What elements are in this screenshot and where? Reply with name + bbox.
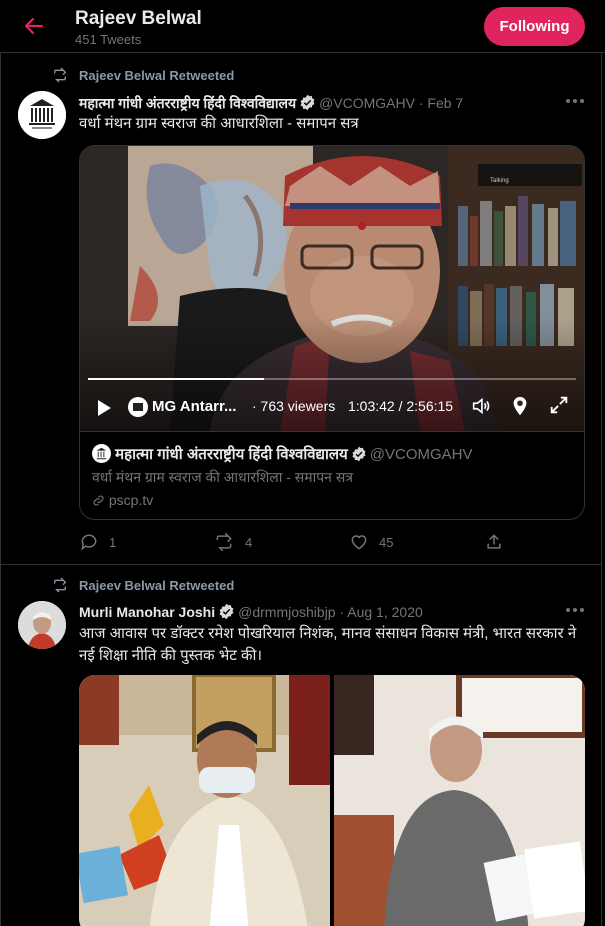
- back-arrow-icon[interactable]: [22, 14, 46, 38]
- tweet-photos[interactable]: [79, 675, 585, 926]
- tweet-header: महात्मा गांधी अंतरराष्ट्रीय हिंदी विश्वव…: [79, 94, 463, 113]
- like-icon: [351, 535, 367, 550]
- card-link-text: pscp.tv: [108, 492, 154, 508]
- university-logo-icon: [18, 91, 66, 139]
- channel-avatar-icon: [128, 397, 148, 417]
- reply-count: 1: [109, 535, 117, 550]
- channel-name: MG Antarr...: [152, 398, 237, 415]
- profile-header: Rajeev Belwal 451 Tweets Following: [0, 0, 605, 53]
- card-handle: @VCOMGAHV: [369, 446, 473, 463]
- card-info[interactable]: महात्मा गांधी अंतरराष्ट्रीय हिंदी विश्वव…: [80, 431, 584, 519]
- card-subtitle: वर्धा मंथन ग्राम स्वराज की आधारशिला - सम…: [92, 469, 354, 485]
- tweet-actions: 1 4 45: [79, 532, 585, 552]
- retweet-icon: [216, 532, 232, 552]
- verified-icon: [219, 603, 234, 620]
- left-border: [0, 53, 1, 926]
- fullscreen-icon[interactable]: [548, 394, 570, 416]
- more-icon[interactable]: [566, 608, 586, 614]
- profile-photo-icon: [18, 601, 66, 649]
- author-name[interactable]: महात्मा गांधी अंतरराष्ट्रीय हिंदी विश्वव…: [79, 95, 296, 111]
- play-icon[interactable]: [94, 398, 114, 418]
- share-icon: [487, 534, 501, 549]
- card-author: महात्मा गांधी अंतरराष्ट्रीय हिंदी विश्वव…: [115, 446, 348, 463]
- profile-name: Rajeev Belwal: [75, 8, 202, 29]
- retweet-label: Rajeev Belwal Retweeted: [79, 578, 235, 593]
- author-name[interactable]: Murli Manohar Joshi: [79, 604, 215, 620]
- volume-icon[interactable]: [470, 395, 492, 417]
- avatar[interactable]: [18, 601, 66, 649]
- tweet-text: आज आवास पर डॉक्टर रमेश पोखरियाल निशंक, म…: [79, 625, 577, 664]
- video-overlay-label: Talking: [490, 178, 509, 184]
- more-icon[interactable]: [566, 99, 586, 105]
- following-button[interactable]: Following: [484, 7, 585, 46]
- retweet-icon: [54, 577, 67, 593]
- university-logo-icon: [92, 444, 111, 463]
- progress-bar[interactable]: [88, 378, 576, 380]
- tweet-text: वर्धा मंथन ग्राम स्वराज की आधारशिला - सम…: [79, 115, 359, 132]
- location-icon[interactable]: [510, 395, 530, 417]
- photo-collage: [79, 675, 585, 926]
- verified-icon: [300, 94, 315, 111]
- like-button[interactable]: 45: [349, 532, 393, 552]
- verified-icon: [352, 446, 366, 462]
- tweet-divider: [1, 564, 601, 565]
- avatar[interactable]: [18, 91, 66, 139]
- tweet-count: 451 Tweets: [75, 32, 142, 47]
- video-controls: MG Antarr... · 763 viewers 1:03:42 / 2:5…: [80, 378, 584, 431]
- reply-icon: [81, 534, 97, 551]
- retweet-button[interactable]: 4: [213, 532, 252, 552]
- video-player[interactable]: Talking MG Antarr... · 763 viewers 1:03:…: [80, 146, 584, 431]
- card-title: महात्मा गांधी अंतरराष्ट्रीय हिंदी विश्वव…: [92, 444, 473, 464]
- handle-date: @drmmjoshibjp · Aug 1, 2020: [238, 604, 423, 620]
- like-count: 45: [379, 535, 394, 550]
- retweet-icon: [54, 67, 67, 83]
- tweet-header: Murli Manohar Joshi @drmmjoshibjp · Aug 1…: [79, 603, 423, 620]
- handle-date: @VCOMGAHV · Feb 7: [319, 95, 464, 111]
- share-button[interactable]: [484, 532, 504, 552]
- card-link[interactable]: pscp.tv: [92, 492, 153, 508]
- video-card[interactable]: Talking MG Antarr... · 763 viewers 1:03:…: [79, 145, 585, 520]
- reply-button[interactable]: 1: [79, 532, 116, 552]
- video-time: 1:03:42 / 2:56:15: [348, 398, 454, 414]
- viewer-count: · 763 viewers: [252, 398, 336, 414]
- right-border: [601, 53, 602, 926]
- link-icon: [93, 495, 104, 506]
- retweet-label: Rajeev Belwal Retweeted: [79, 68, 235, 83]
- retweet-count: 4: [245, 535, 253, 550]
